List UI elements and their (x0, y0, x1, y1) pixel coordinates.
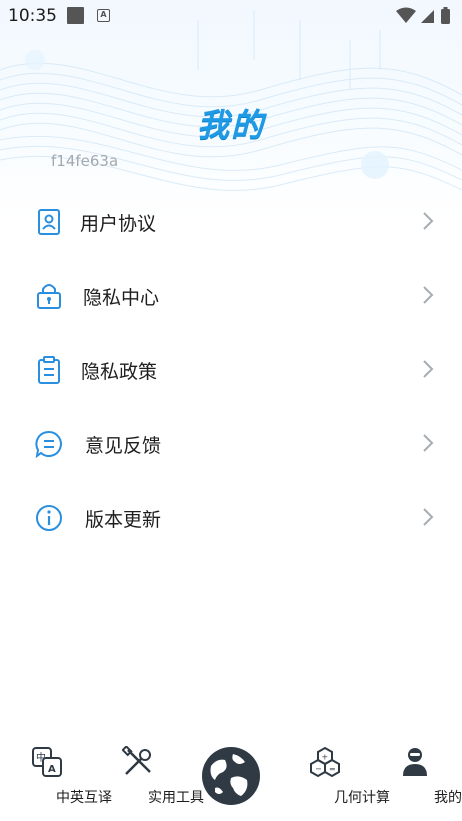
chevron-right-icon (423, 434, 434, 452)
clipboard-icon (38, 356, 60, 384)
geometry-icon: + − = (310, 746, 340, 778)
globe-icon[interactable] (201, 746, 261, 806)
status-bar: 10:35 A (0, 0, 462, 32)
menu-item-label: 意见反馈 (85, 435, 162, 457)
svg-text:中: 中 (36, 751, 46, 764)
menu-item-label: 隐私中心 (83, 287, 160, 309)
menu-item-label: 隐私政策 (81, 361, 158, 383)
svg-text:=: = (329, 765, 336, 774)
tools-icon (122, 746, 151, 775)
system-icons (394, 6, 454, 30)
nav-tab-profile[interactable]: 我的 (382, 730, 462, 821)
chevron-right-icon (423, 508, 434, 526)
bottom-nav: 中 A 中英互译 实用工具 + − = 几何计算 我的 (0, 730, 462, 821)
battery-icon (441, 9, 450, 24)
lock-icon (37, 284, 61, 309)
status-time: 10:35 (8, 6, 57, 26)
svg-text:+: + (322, 753, 329, 762)
signal-icon (421, 10, 434, 23)
chat-icon (35, 430, 62, 459)
menu-item-feedback[interactable]: 意见反馈 (0, 407, 462, 481)
translate-icon: 中 A (32, 747, 62, 777)
chevron-right-icon (423, 360, 434, 378)
app-notification-icon: A (97, 9, 110, 22)
wifi-icon (396, 7, 416, 23)
menu-item-label: 版本更新 (85, 509, 162, 531)
menu-item-version-update[interactable]: 版本更新 (0, 481, 462, 555)
user-agreement-icon (38, 209, 60, 235)
notification-icon (67, 7, 84, 24)
chevron-right-icon (423, 212, 434, 230)
chevron-right-icon (423, 286, 434, 304)
page-title: 我的 (196, 106, 265, 144)
svg-text:−: − (315, 765, 322, 774)
menu-item-privacy-policy[interactable]: 隐私政策 (0, 333, 462, 407)
profile-icon (403, 748, 427, 776)
nav-tab-geometry[interactable]: + − = 几何计算 (288, 730, 390, 821)
menu-item-privacy-center[interactable]: 隐私中心 (0, 259, 462, 333)
nav-tab-tools[interactable]: 实用工具 (100, 730, 204, 821)
info-icon (36, 505, 62, 531)
user-id: f14fe63a (51, 152, 119, 170)
menu-item-user-agreement[interactable]: 用户协议 (0, 185, 462, 259)
menu-item-label: 用户协议 (80, 213, 157, 235)
nav-tab-translate[interactable]: 中 A 中英互译 (10, 730, 112, 821)
nav-label: 我的 (434, 790, 462, 806)
svg-text:A: A (48, 764, 56, 775)
